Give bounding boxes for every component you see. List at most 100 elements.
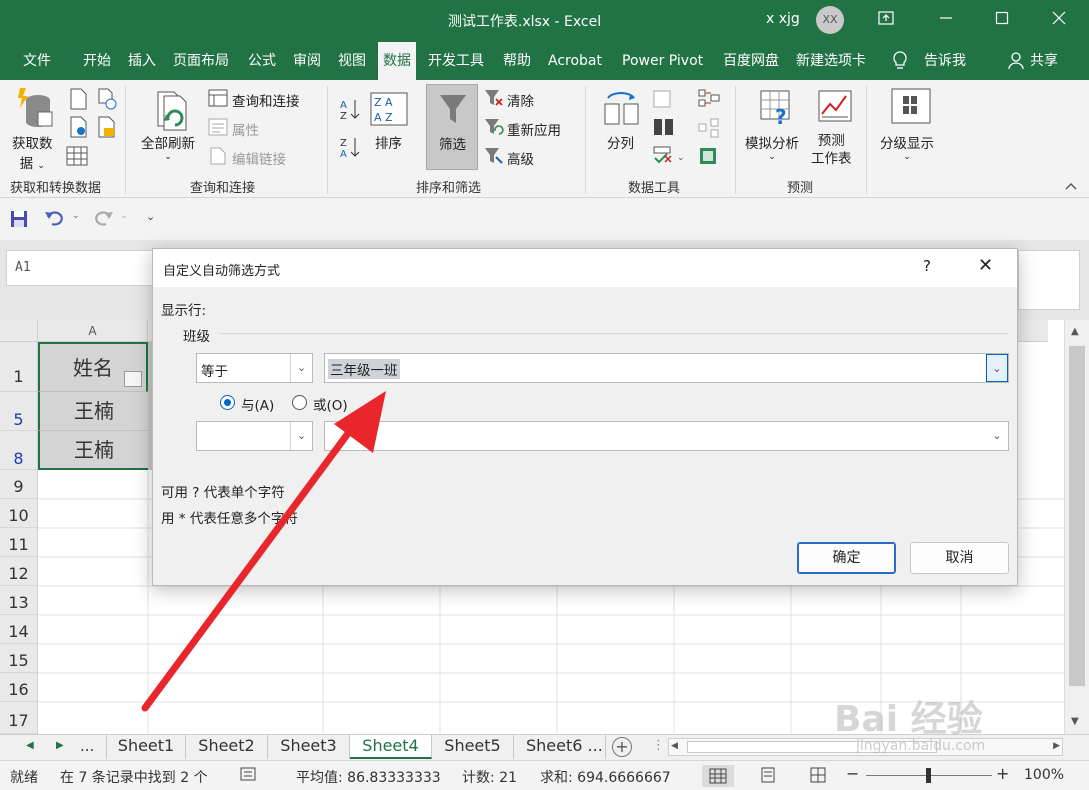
forecast-sheet-button[interactable]: 预测 工作表 bbox=[811, 132, 852, 168]
sheet-tab-sheet4[interactable]: Sheet4 bbox=[350, 735, 432, 759]
formula-input[interactable] bbox=[1018, 250, 1080, 310]
scroll-right-icon[interactable]: ▶ bbox=[1053, 741, 1060, 751]
chevron-down-icon[interactable]: ⌄ bbox=[290, 354, 312, 382]
relationships-icon[interactable] bbox=[698, 118, 720, 142]
row-header-10[interactable]: 10 bbox=[0, 499, 38, 528]
cell-a8[interactable]: 王楠 bbox=[38, 431, 148, 470]
tab-help[interactable]: 帮助 bbox=[503, 42, 531, 80]
add-sheet-icon[interactable]: + bbox=[612, 737, 632, 757]
row-header-11[interactable]: 11 bbox=[0, 528, 38, 557]
avatar[interactable]: XX bbox=[816, 6, 844, 34]
scroll-thumb[interactable] bbox=[1069, 346, 1085, 686]
chevron-down-icon[interactable]: ⌄ bbox=[986, 354, 1008, 382]
sheet-tab-sheet2[interactable]: Sheet2 bbox=[186, 735, 268, 759]
zoom-level[interactable]: 100% bbox=[1024, 767, 1064, 783]
status-count[interactable]: 计数: 21 bbox=[462, 767, 517, 787]
more-sheets[interactable]: ... bbox=[80, 737, 94, 755]
tab-page-layout[interactable]: 页面布局 bbox=[173, 42, 229, 80]
sheet-tab-sheet5[interactable]: Sheet5 bbox=[432, 735, 514, 759]
cell-a1[interactable]: 姓名 bbox=[38, 342, 148, 401]
operator2-combobox[interactable]: ⌄ bbox=[196, 421, 313, 451]
row-header-1[interactable]: 1 bbox=[0, 342, 38, 392]
or-radio[interactable] bbox=[292, 395, 307, 410]
tab-acrobat[interactable]: Acrobat bbox=[548, 42, 602, 80]
from-table-icon[interactable] bbox=[68, 116, 88, 142]
recent-sources-icon[interactable] bbox=[96, 116, 116, 142]
customize-qat-icon[interactable]: ⌄ bbox=[146, 210, 155, 223]
what-if-button[interactable]: 模拟分析 ⌄ bbox=[745, 132, 799, 162]
ribbon-display-icon[interactable] bbox=[870, 6, 902, 34]
tab-view[interactable]: 视图 bbox=[338, 42, 366, 80]
sheet-tab-sheet6[interactable]: Sheet6 ... bbox=[514, 735, 606, 759]
maximize-button[interactable] bbox=[986, 6, 1018, 34]
undo-icon[interactable] bbox=[44, 209, 66, 231]
ok-button[interactable]: 确定 bbox=[797, 542, 896, 574]
page-break-view-icon[interactable] bbox=[810, 767, 826, 787]
tab-data[interactable]: 数据 bbox=[378, 42, 416, 80]
undo-dropdown-icon[interactable]: ⌄ bbox=[72, 211, 80, 221]
redo-dropdown-icon[interactable]: ⌄ bbox=[120, 211, 128, 221]
tab-developer[interactable]: 开发工具 bbox=[428, 42, 484, 80]
advanced-button[interactable]: 高级 bbox=[507, 148, 534, 168]
name-box[interactable]: A1 bbox=[6, 250, 166, 286]
scroll-left-icon[interactable]: ◀ bbox=[671, 741, 678, 751]
column-header-a[interactable]: A bbox=[38, 320, 148, 342]
sheet-tab-sheet3[interactable]: Sheet3 bbox=[268, 735, 350, 759]
tab-power-pivot[interactable]: Power Pivot bbox=[622, 42, 703, 80]
criteria2-combobox[interactable]: ⌄ bbox=[324, 421, 1009, 451]
get-data-button[interactable]: 获取数 据 ⌄ bbox=[12, 132, 53, 172]
tab-review[interactable]: 审阅 bbox=[293, 42, 321, 80]
data-validation-icon[interactable]: ⌄ bbox=[653, 146, 685, 168]
filter-dropdown-icon[interactable] bbox=[124, 371, 142, 401]
and-radio[interactable] bbox=[220, 395, 235, 410]
normal-view-icon[interactable] bbox=[702, 765, 734, 787]
row-header-16[interactable]: 16 bbox=[0, 673, 38, 702]
select-all-corner[interactable] bbox=[0, 320, 38, 342]
tab-splitter-icon[interactable]: ⋮ bbox=[652, 738, 665, 753]
row-header-8[interactable]: 8 bbox=[0, 431, 38, 470]
and-label[interactable]: 与(A) bbox=[241, 394, 274, 414]
tab-new-tab[interactable]: 新建选项卡 bbox=[796, 42, 866, 80]
status-sum[interactable]: 求和: 694.6666667 bbox=[540, 767, 671, 787]
consolidate-icon[interactable] bbox=[698, 88, 720, 112]
accessibility-icon[interactable] bbox=[240, 767, 256, 785]
row-header-14[interactable]: 14 bbox=[0, 615, 38, 644]
refresh-all-button[interactable]: 全部刷新 ⌄ bbox=[141, 132, 195, 162]
filter-button[interactable]: 筛选 bbox=[426, 84, 478, 170]
flash-fill-icon[interactable] bbox=[653, 90, 671, 112]
outline-button[interactable]: 分级显示 ⌄ bbox=[880, 132, 934, 162]
existing-connections-icon[interactable] bbox=[66, 146, 88, 170]
edit-links-button[interactable]: 编辑链接 bbox=[232, 148, 286, 168]
or-label[interactable]: 或(O) bbox=[313, 394, 348, 414]
clear-button[interactable]: 清除 bbox=[507, 90, 534, 110]
row-header-9[interactable]: 9 bbox=[0, 470, 38, 499]
close-window-button[interactable] bbox=[1043, 6, 1075, 34]
queries-connections-button[interactable]: 查询和连接 bbox=[232, 90, 300, 110]
operator1-combobox[interactable]: 等于 ⌄ bbox=[196, 353, 313, 383]
next-sheet-icon[interactable]: ▶ bbox=[56, 740, 64, 751]
cancel-button[interactable]: 取消 bbox=[910, 542, 1009, 574]
text-to-columns-button[interactable]: 分列 bbox=[607, 132, 634, 152]
vertical-scrollbar[interactable]: ▲ ▼ bbox=[1064, 320, 1089, 734]
sort-za-icon[interactable]: ZA bbox=[340, 136, 362, 162]
page-layout-view-icon[interactable] bbox=[760, 767, 776, 787]
sort-button[interactable]: 排序 bbox=[375, 132, 402, 152]
collapse-ribbon-icon[interactable] bbox=[1064, 180, 1078, 195]
status-average[interactable]: 平均值: 86.83333333 bbox=[296, 767, 441, 787]
zoom-out-button[interactable]: − bbox=[846, 764, 859, 783]
tell-me-search[interactable]: 告诉我 bbox=[924, 42, 966, 80]
cell-a5[interactable]: 王楠 bbox=[38, 392, 148, 431]
properties-button[interactable]: 属性 bbox=[232, 119, 259, 139]
row-header-17[interactable]: 17 bbox=[0, 702, 38, 734]
tab-formulas[interactable]: 公式 bbox=[248, 42, 276, 80]
scroll-up-icon[interactable]: ▲ bbox=[1071, 326, 1079, 337]
minimize-button[interactable] bbox=[930, 6, 962, 34]
tab-home[interactable]: 开始 bbox=[83, 42, 111, 80]
tab-insert[interactable]: 插入 bbox=[128, 42, 156, 80]
sort-az-icon[interactable]: AZ bbox=[340, 98, 362, 124]
redo-icon[interactable] bbox=[92, 209, 114, 231]
from-web-icon[interactable] bbox=[96, 88, 118, 114]
save-icon[interactable] bbox=[10, 210, 28, 232]
dialog-close-button[interactable]: ✕ bbox=[978, 255, 993, 276]
chevron-down-icon[interactable]: ⌄ bbox=[290, 422, 312, 450]
